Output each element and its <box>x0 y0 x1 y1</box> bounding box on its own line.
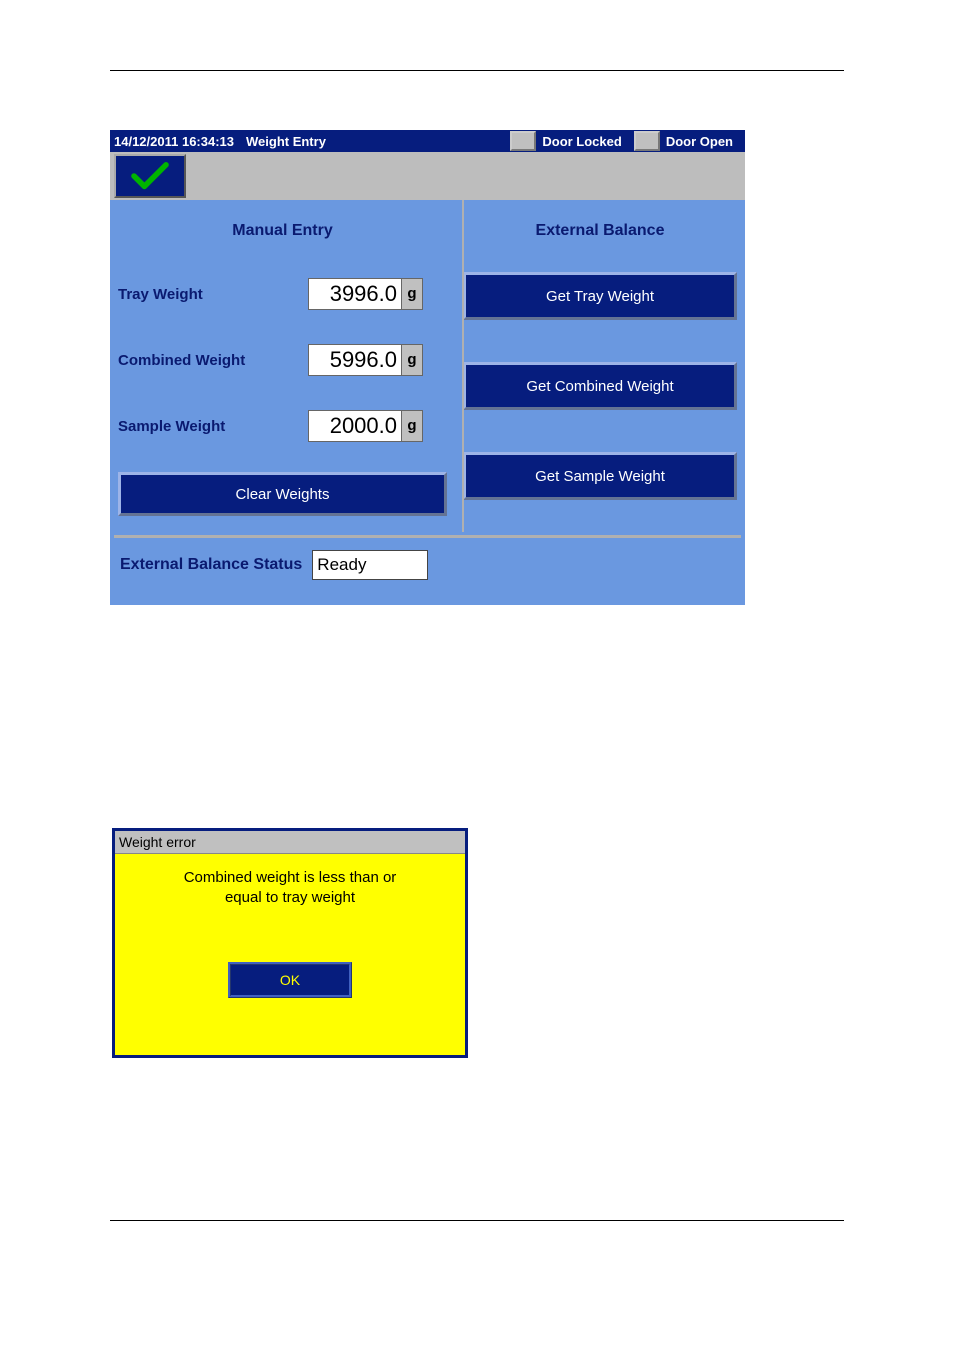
timestamp: 14/12/2011 16:34:13 <box>110 134 234 149</box>
dialog-ok-button[interactable]: OK <box>228 962 352 998</box>
manual-entry-column: Manual Entry Tray Weight 3996.0 g Combin… <box>110 200 455 522</box>
external-balance-status-label: External Balance Status <box>120 556 302 574</box>
title-bar: 14/12/2011 16:34:13 Weight Entry Door Lo… <box>110 130 745 152</box>
combined-weight-input[interactable]: 5996.0 <box>308 344 402 376</box>
get-sample-weight-button[interactable]: Get Sample Weight <box>463 452 737 500</box>
confirm-button[interactable] <box>114 154 186 198</box>
external-balance-status-value: Ready <box>312 550 428 580</box>
combined-weight-row: Combined Weight 5996.0 g <box>118 340 447 380</box>
sample-weight-label: Sample Weight <box>118 418 308 435</box>
vertical-divider <box>462 200 464 532</box>
door-locked-label: Door Locked <box>542 134 621 149</box>
manual-entry-heading: Manual Entry <box>118 200 447 258</box>
external-balance-heading: External Balance <box>463 200 737 258</box>
sample-weight-input[interactable]: 2000.0 <box>308 410 402 442</box>
get-tray-weight-button[interactable]: Get Tray Weight <box>463 272 737 320</box>
status-row: External Balance Status Ready <box>120 550 428 580</box>
clear-weights-button[interactable]: Clear Weights <box>118 472 447 516</box>
combined-weight-unit: g <box>402 344 423 376</box>
weight-entry-screen: 14/12/2011 16:34:13 Weight Entry Door Lo… <box>110 130 745 605</box>
horizontal-divider <box>114 535 741 538</box>
dialog-title: Weight error <box>115 831 465 854</box>
door-locked-indicator <box>510 131 536 151</box>
tray-weight-unit: g <box>402 278 423 310</box>
tray-weight-input[interactable]: 3996.0 <box>308 278 402 310</box>
dialog-message-line2: equal to tray weight <box>225 889 355 906</box>
sample-weight-row: Sample Weight 2000.0 g <box>118 406 447 446</box>
sample-weight-unit: g <box>402 410 423 442</box>
toolbar <box>110 152 745 200</box>
dialog-message-line1: Combined weight is less than or <box>184 869 397 886</box>
door-open-indicator <box>634 131 660 151</box>
external-balance-column: External Balance Get Tray Weight Get Com… <box>455 200 745 522</box>
page-bottom-rule <box>110 1220 844 1221</box>
door-open-label: Door Open <box>666 134 733 149</box>
tray-weight-row: Tray Weight 3996.0 g <box>118 274 447 314</box>
screen-title: Weight Entry <box>246 134 326 149</box>
dialog-message: Combined weight is less than or equal to… <box>115 854 465 908</box>
combined-weight-label: Combined Weight <box>118 352 308 369</box>
weight-error-dialog: Weight error Combined weight is less tha… <box>112 828 468 1058</box>
checkmark-icon <box>129 160 171 192</box>
get-combined-weight-button[interactable]: Get Combined Weight <box>463 362 737 410</box>
tray-weight-label: Tray Weight <box>118 286 308 303</box>
page-top-rule <box>110 70 844 71</box>
